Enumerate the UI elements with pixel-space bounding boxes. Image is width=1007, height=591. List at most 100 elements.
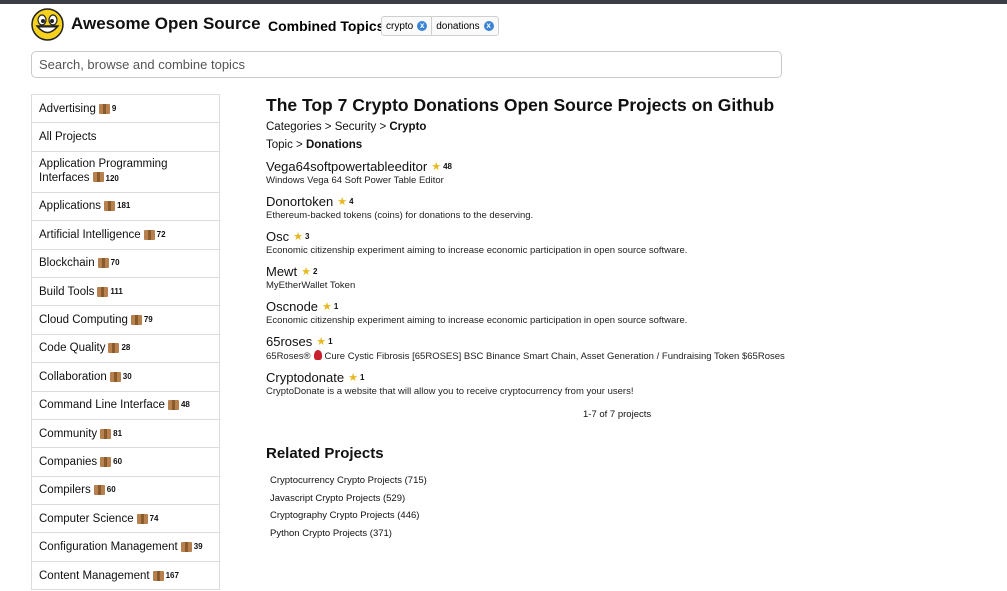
sidebar-item-all-projects[interactable]: All Projects	[32, 123, 219, 152]
package-icon	[100, 428, 112, 439]
sidebar-item-label: Content Management	[39, 569, 150, 582]
star-icon: ★	[348, 372, 358, 384]
related-projects-heading: Related Projects	[266, 445, 384, 462]
sidebar-item-label: Command Line Interface	[39, 399, 165, 412]
project-item: Donortoken ★ 4 Ethereum-backed tokens (coi…	[266, 194, 966, 221]
project-name-link[interactable]: Donortoken	[266, 194, 333, 209]
chip-label: crypto	[386, 20, 414, 32]
sidebar-item-community[interactable]: Community 81	[32, 420, 219, 449]
sidebar-item-count: 60	[113, 456, 123, 466]
topic-breadcrumb-current[interactable]: Donations	[306, 139, 362, 151]
combined-topics-label: Combined Topics	[268, 18, 385, 34]
topic-chip-crypto[interactable]: crypto x	[382, 17, 431, 35]
package-icon	[97, 258, 109, 269]
project-description: Ethereum-backed tokens (coins) for donat…	[266, 210, 534, 221]
project-name-link[interactable]: Osc	[266, 229, 289, 244]
project-description: Windows Vega 64 Soft Power Table Editor	[266, 175, 444, 186]
project-name-link[interactable]: Vega64softpowertableeditor	[266, 159, 427, 174]
related-project-link[interactable]: Cryptography Crypto Projects (446)	[270, 510, 966, 528]
project-description: Economic citizenship experiment aiming t…	[266, 315, 688, 326]
project-name-link[interactable]: Oscnode	[266, 299, 318, 314]
sidebar-item-code-quality[interactable]: Code Quality 28	[32, 335, 219, 364]
sidebar-item-label: Artificial Intelligence	[39, 228, 141, 241]
site-title[interactable]: Awesome Open Source	[71, 14, 261, 34]
sidebar-item-applications[interactable]: Applications 181	[32, 193, 219, 222]
sidebar-item-count: 79	[143, 315, 153, 325]
related-project-link[interactable]: Cryptocurrency Crypto Projects (715)	[270, 475, 966, 493]
related-project-link[interactable]: Python Crypto Projects (371)	[270, 528, 966, 546]
star-count: 4	[349, 197, 354, 206]
package-icon	[167, 400, 179, 411]
related-project-link[interactable]: Javascript Crypto Projects (529)	[270, 493, 966, 511]
sidebar-item-label: Blockchain	[39, 257, 95, 270]
sidebar-item-count: 60	[106, 485, 116, 495]
grinning-face-icon[interactable]	[31, 7, 64, 41]
star-count: 3	[305, 232, 310, 241]
sidebar-item-content-management[interactable]: Content Management 167	[32, 562, 219, 591]
project-item: Vega64softpowertableeditor ★ 48 Windows Ve…	[266, 159, 966, 186]
project-item: Oscnode ★ 1 Economic citizenship experimen…	[266, 299, 966, 326]
breadcrumb-path[interactable]: Categories > Security >	[266, 121, 389, 133]
sidebar-item-companies[interactable]: Companies 60	[32, 448, 219, 477]
star-icon: ★	[322, 301, 332, 313]
sidebar-item-count: 167	[165, 570, 179, 580]
package-icon	[180, 542, 192, 553]
project-name-link[interactable]: Mewt	[266, 264, 297, 279]
sidebar-item-blockchain[interactable]: Blockchain 70	[32, 250, 219, 278]
star-icon: ★	[316, 336, 327, 348]
star-icon: ★	[301, 266, 311, 278]
close-icon[interactable]: x	[483, 21, 494, 31]
package-icon	[97, 286, 109, 297]
project-name-link[interactable]: Cryptodonate	[266, 370, 344, 385]
sidebar-item-count: 81	[113, 428, 123, 438]
sidebar-item-advertising[interactable]: Advertising 9	[32, 95, 219, 124]
star-count: 1	[333, 302, 339, 311]
project-item: Cryptodonate ★ 1 CryptoDonate is a website…	[266, 370, 966, 397]
package-icon	[100, 456, 112, 467]
package-icon	[93, 485, 105, 496]
sidebar-item-command-line-interface[interactable]: Command Line Interface 48	[32, 392, 219, 420]
star-count: 2	[312, 267, 318, 276]
sidebar-item-count: 9	[111, 103, 117, 113]
sidebar-item-artificial-intelligence[interactable]: Artificial Intelligence 72	[32, 221, 219, 250]
topic-breadcrumb: Topic > Donations	[266, 139, 966, 151]
project-description-text: Cure Cystic Fibrosis [65ROSES] BSC Binan…	[324, 351, 785, 362]
sidebar-item-count: 72	[156, 229, 166, 239]
package-icon	[136, 513, 148, 524]
sidebar-item-apis[interactable]: Application Programming Interfaces 120	[32, 152, 219, 193]
related-projects-list: Cryptocurrency Crypto Projects (715) Jav…	[266, 475, 966, 545]
sidebar-item-build-tools[interactable]: Build Tools 111	[32, 278, 219, 307]
topic-breadcrumb-path[interactable]: Topic >	[266, 139, 306, 151]
project-name-link[interactable]: 65roses	[266, 334, 312, 349]
rose-icon	[313, 350, 322, 360]
project-description: MyEtherWallet Token	[266, 280, 356, 291]
sidebar-item-label: Collaboration	[39, 370, 107, 383]
pagination-summary: 1-7 of 7 projects	[583, 409, 652, 420]
topic-chip-donations[interactable]: donations x	[431, 17, 497, 35]
sidebar-item-configuration-management[interactable]: Configuration Management 39	[32, 533, 219, 562]
sidebar-item-cloud-computing[interactable]: Cloud Computing 79	[32, 306, 219, 335]
category-sidebar: Advertising 9 All Projects Application Pr…	[31, 94, 220, 591]
search-input[interactable]	[31, 51, 782, 78]
project-item: 65roses ★ 1 65Roses® Cure Cystic Fibrosis […	[266, 334, 966, 362]
project-description-prefix: 65Roses®	[266, 351, 311, 362]
project-item: Osc ★ 3 Economic citizenship experiment ai…	[266, 229, 966, 256]
sidebar-item-count: 48	[180, 400, 190, 410]
sidebar-item-computer-science[interactable]: Computer Science 74	[32, 505, 219, 534]
sidebar-item-compilers[interactable]: Compilers 60	[32, 477, 219, 506]
sidebar-item-label: Compilers	[39, 484, 91, 497]
site-header: Awesome Open Source	[31, 7, 261, 41]
sidebar-item-collaboration[interactable]: Collaboration 30	[32, 363, 219, 392]
star-icon: ★	[293, 231, 303, 243]
project-description: CryptoDonate is a website that will allo…	[266, 386, 634, 397]
star-count: 1	[328, 337, 333, 346]
package-icon	[130, 315, 142, 326]
sidebar-item-label: Build Tools	[39, 285, 95, 298]
sidebar-item-label: Companies	[39, 455, 98, 468]
breadcrumb-current[interactable]: Crypto	[389, 121, 426, 133]
sidebar-item-count: 39	[193, 542, 203, 552]
close-icon[interactable]: x	[417, 21, 428, 31]
sidebar-item-count: 74	[149, 513, 159, 523]
sidebar-item-label: All Projects	[39, 131, 97, 144]
project-item: Mewt ★ 2 MyEtherWallet Token	[266, 264, 966, 291]
